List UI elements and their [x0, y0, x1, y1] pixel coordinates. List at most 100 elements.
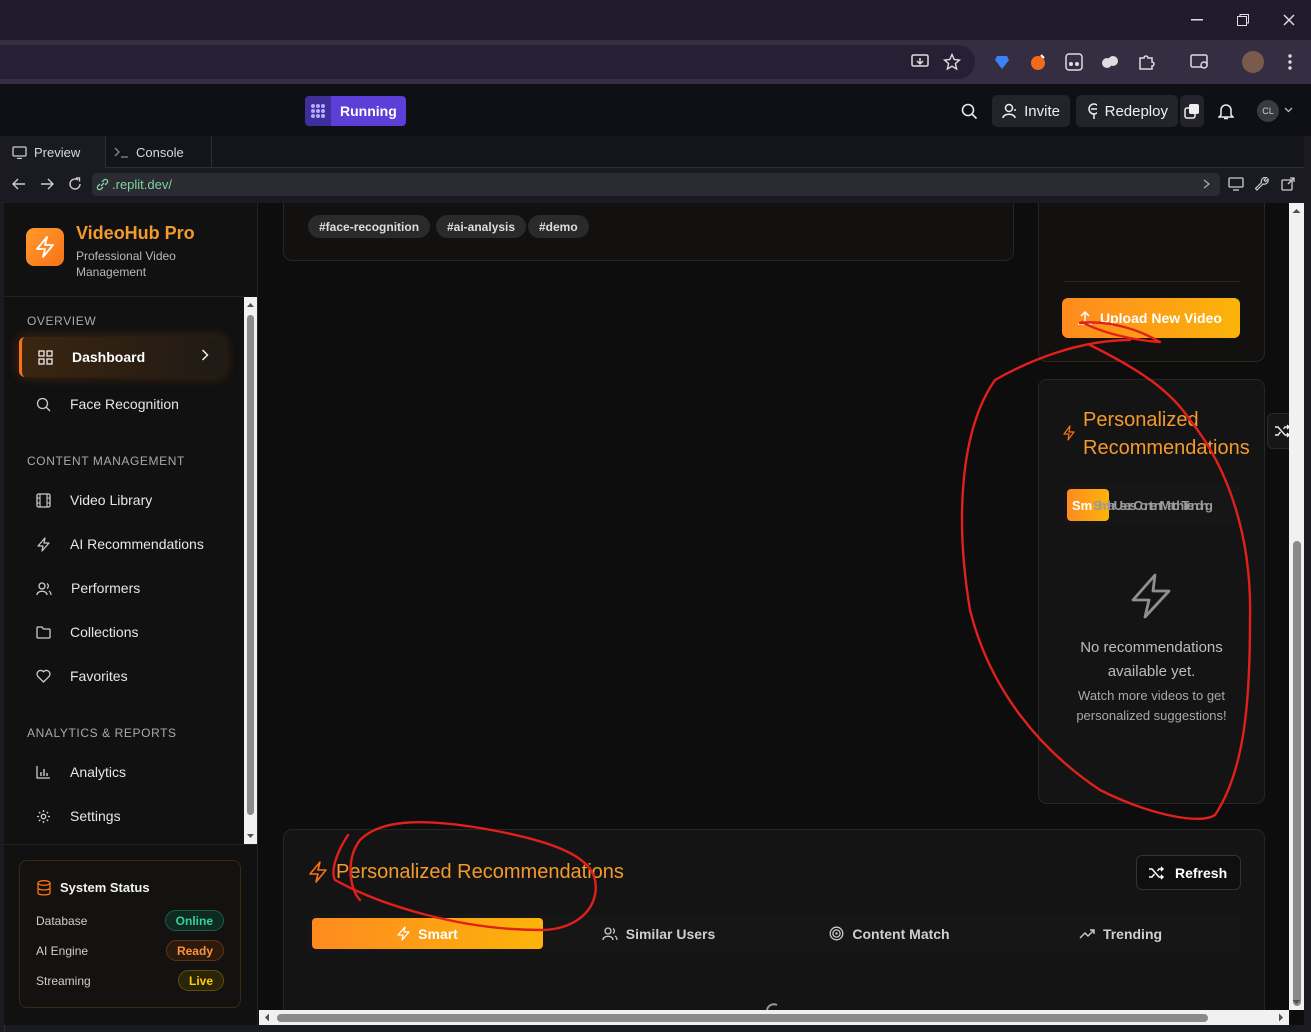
side-rec-overlapping-tabs[interactable]: Similar Users Content Match Trending [1093, 498, 1239, 513]
forward-arrow-icon[interactable] [40, 178, 54, 190]
side-rec-tabs: Sm Similar Users Content Match Trending [1063, 485, 1241, 525]
extension-cloud-icon[interactable] [1100, 52, 1120, 72]
install-app-icon[interactable] [910, 52, 930, 72]
copy-icon[interactable] [1180, 95, 1204, 127]
open-external-icon[interactable] [1281, 177, 1295, 191]
url-arrow-icon[interactable] [1203, 179, 1211, 189]
sidebar-item-label: Face Recognition [70, 396, 179, 412]
tab-search-icon[interactable] [1190, 52, 1210, 72]
sidebar-item-label: Favorites [70, 668, 128, 684]
tab-preview[interactable]: Preview [4, 136, 106, 168]
minimize-icon[interactable] [1185, 8, 1209, 32]
tab-trending[interactable]: Trending [1005, 918, 1236, 949]
scroll-down-icon [247, 834, 254, 838]
tab-label: Similar Users [625, 925, 716, 942]
chevron-right-icon [201, 349, 209, 361]
reload-icon[interactable] [68, 177, 82, 191]
tab-content-match[interactable]: Content Match [774, 918, 1005, 949]
section-analytics-reports: ANALYTICS & REPORTS [27, 726, 177, 740]
profile-avatar[interactable] [1242, 51, 1264, 73]
main-content: #face-recognition #ai-analysis #demo Upl… [259, 203, 1289, 1010]
tab-smart[interactable]: Smart [312, 918, 543, 949]
target-icon [829, 926, 844, 941]
sidebar-item-label: Dashboard [72, 349, 146, 365]
extension-gem-icon[interactable] [992, 52, 1012, 72]
sidebar-item-face-recognition[interactable]: Face Recognition [19, 384, 225, 424]
sidebar-item-performers[interactable]: Performers [19, 568, 225, 608]
zap-icon [1131, 573, 1171, 619]
sidebar-scrollbar[interactable] [244, 297, 257, 844]
run-status-badge[interactable]: Running [305, 96, 406, 126]
tab-smart-label: Sm [1072, 498, 1093, 513]
shuffle-icon [1149, 866, 1164, 879]
tab-console[interactable]: Console [106, 136, 212, 168]
horizontal-scrollbar-thumb[interactable] [277, 1014, 1208, 1022]
extensions-puzzle-icon[interactable] [1137, 52, 1157, 72]
invite-label: Invite [1024, 102, 1060, 120]
redeploy-label: Redeploy [1104, 102, 1168, 120]
devices-icon[interactable] [1228, 177, 1244, 191]
grid-icon [38, 349, 53, 365]
search-icon[interactable] [961, 103, 978, 120]
main-recommendations-card: Personalized Recommendations Refresh Sma… [283, 829, 1265, 1010]
tab-console-label: Console [136, 144, 184, 160]
sidebar-item-ai-recommendations[interactable]: AI Recommendations [19, 524, 225, 564]
omnibox[interactable] [0, 45, 975, 79]
sidebar-item-collections[interactable]: Collections [19, 612, 225, 652]
divider [1063, 281, 1241, 282]
sidebar-item-settings[interactable]: Settings [19, 796, 225, 836]
close-icon[interactable] [1277, 8, 1301, 32]
zap-icon [1063, 425, 1075, 441]
scroll-up-icon [247, 303, 254, 307]
refresh-label: Refresh [1175, 864, 1228, 881]
redeploy-button[interactable]: Redeploy [1076, 95, 1178, 127]
browser-title-bar [0, 0, 1311, 40]
scroll-right-icon [1279, 1013, 1283, 1022]
sidebar-item-video-library[interactable]: Video Library [19, 480, 225, 520]
invite-button[interactable]: Invite [992, 95, 1070, 127]
sidebar-scrollbar-thumb[interactable] [247, 315, 254, 815]
user-avatar[interactable]: CL [1257, 100, 1279, 122]
users-icon [36, 581, 52, 595]
panel-tabs: Preview Console [4, 136, 1304, 168]
bell-icon[interactable] [1218, 103, 1234, 120]
bookmark-star-icon[interactable] [942, 52, 962, 72]
status-label-ai-engine: AI Engine [36, 944, 89, 958]
add-user-icon [1002, 103, 1017, 119]
main-horizontal-scrollbar[interactable] [259, 1010, 1289, 1025]
folder-icon [36, 626, 51, 639]
back-arrow-icon[interactable] [12, 178, 26, 190]
tab-label: Trending [1102, 925, 1163, 942]
scroll-down-icon [1292, 1000, 1301, 1004]
tag-chip[interactable]: #demo [528, 215, 589, 238]
restore-icon[interactable] [1231, 8, 1255, 32]
sidebar: VideoHub Pro Professional Video Manageme… [4, 203, 258, 1025]
shuffle-button[interactable] [1267, 413, 1289, 449]
sidebar-item-dashboard[interactable]: Dashboard [19, 337, 225, 377]
sidebar-item-analytics[interactable]: Analytics [19, 752, 225, 792]
side-rec-title: Personalized Recommendations [1083, 409, 1250, 459]
status-label-database: Database [36, 914, 88, 928]
heart-icon [36, 669, 51, 683]
main-rec-title: Personalized Recommendations [336, 861, 624, 883]
tab-similar-users[interactable]: Similar Users [543, 918, 774, 949]
status-label-streaming: Streaming [36, 974, 91, 988]
system-status-card: System Status Database Online AI Engine … [19, 860, 241, 1008]
extension-orange-icon[interactable] [1028, 52, 1048, 72]
main-vertical-scrollbar[interactable] [1289, 203, 1304, 1010]
tag-chip[interactable]: #ai-analysis [436, 215, 527, 238]
chevron-down-icon[interactable] [1284, 107, 1293, 113]
browser-menu-icon[interactable] [1280, 52, 1300, 72]
sidebar-item-label: Performers [71, 580, 141, 596]
upload-video-button[interactable]: Upload New Video [1062, 298, 1240, 338]
extension-glasses-icon[interactable] [1064, 52, 1084, 72]
sidebar-item-favorites[interactable]: Favorites [19, 656, 225, 696]
upload-label: Upload New Video [1100, 310, 1222, 326]
vertical-scrollbar-thumb[interactable] [1293, 541, 1301, 1006]
sidebar-item-label: Analytics [70, 764, 127, 780]
refresh-button[interactable]: Refresh [1136, 855, 1241, 890]
wrench-icon[interactable] [1255, 177, 1270, 192]
tag-chip[interactable]: #face-recognition [308, 215, 431, 238]
grid-dots-icon [305, 96, 331, 126]
preview-url-field[interactable]: .replit.dev/ [92, 173, 1220, 196]
